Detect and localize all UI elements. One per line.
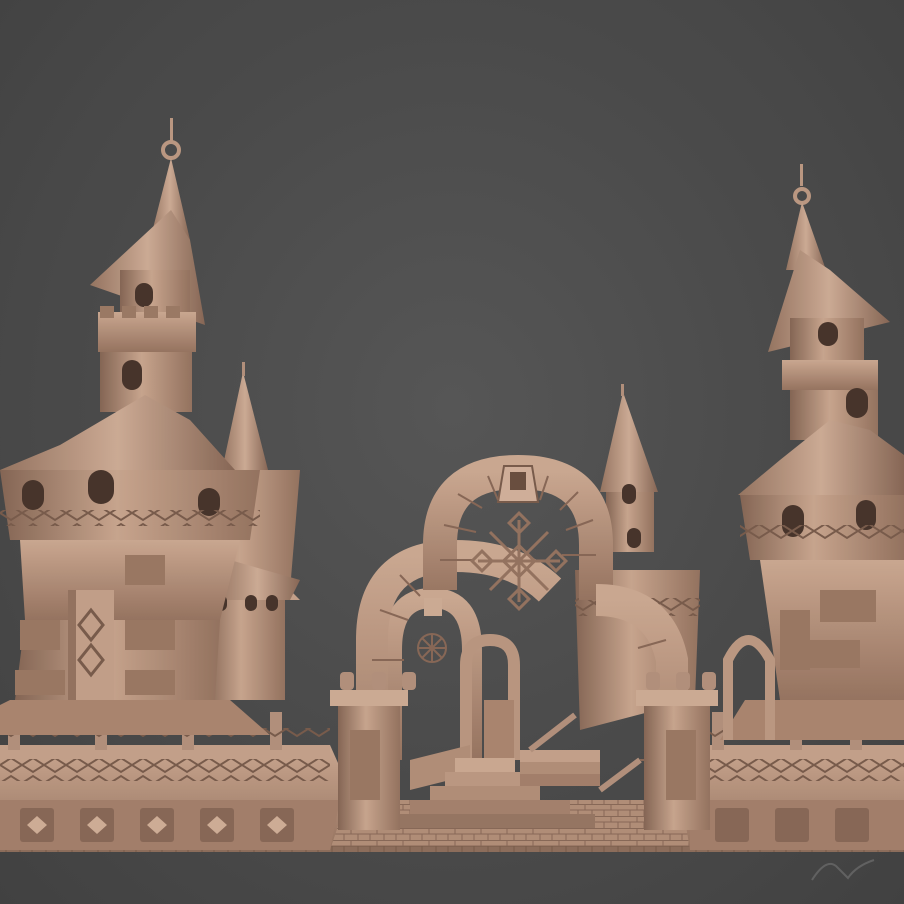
ambient-shade	[0, 0, 904, 904]
castle-render	[0, 0, 904, 904]
render-viewport	[0, 0, 904, 904]
